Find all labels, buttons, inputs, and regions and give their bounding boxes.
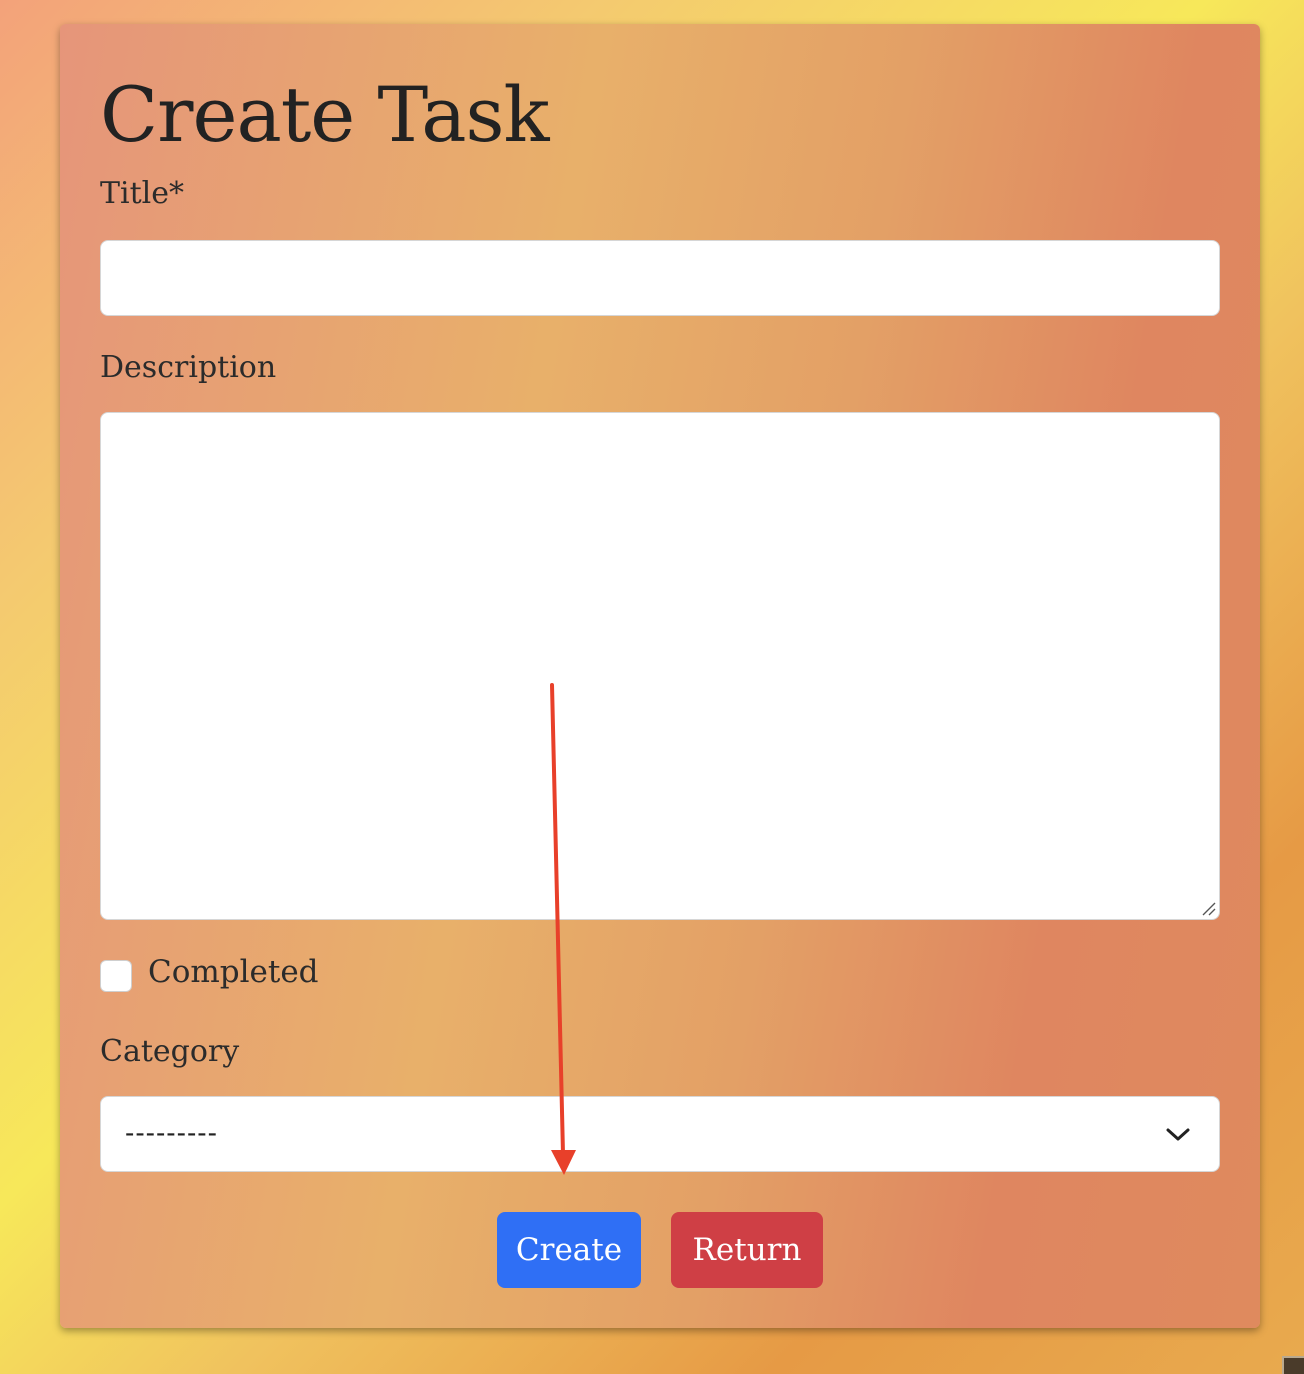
chevron-down-icon [1166,1128,1190,1141]
completed-checkbox[interactable] [100,960,132,992]
category-label: Category [100,1034,240,1069]
resize-grip-icon[interactable] [1200,900,1216,916]
category-selected-value: --------- [125,1117,218,1148]
description-label: Description [100,350,277,385]
create-button[interactable]: Create [497,1212,641,1288]
return-button[interactable]: Return [671,1212,823,1288]
page-title: Create Task [100,70,550,159]
description-textarea[interactable] [100,412,1220,920]
title-input[interactable] [100,240,1220,316]
create-task-card: Create Task Title* Description Completed… [60,24,1260,1328]
title-label: Title* [100,176,185,211]
category-select[interactable]: --------- [100,1096,1220,1172]
completed-label: Completed [148,954,319,990]
corner-widget [1282,1356,1304,1374]
